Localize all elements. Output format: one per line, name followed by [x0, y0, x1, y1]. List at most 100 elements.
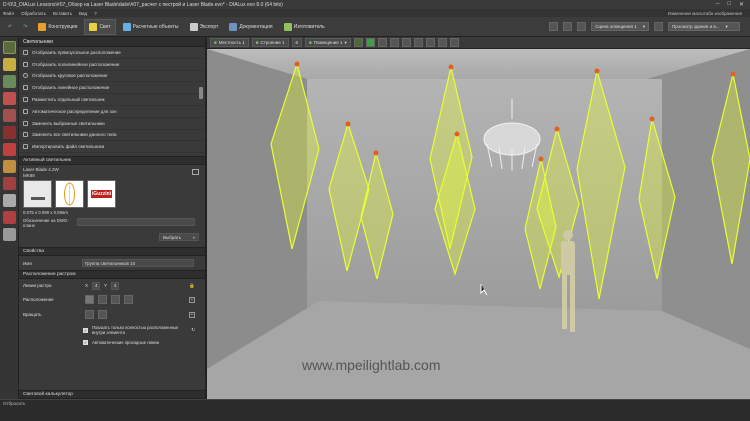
- active-luminaire-header: Активный светильник: [19, 156, 205, 166]
- tab-manufacturer[interactable]: Изготовитель: [280, 19, 329, 35]
- tab-level[interactable]: 6: [291, 38, 303, 47]
- bulb-tool-icon[interactable]: [3, 58, 16, 71]
- status-text: Отбросить: [3, 401, 26, 406]
- name-input[interactable]: Группа светильников 10: [82, 259, 194, 268]
- 3d-viewport[interactable]: www.mpeilightlab.com: [207, 49, 750, 399]
- y-count-input[interactable]: 4: [111, 281, 120, 290]
- panel-title: Светильники: [19, 37, 205, 47]
- undo-button[interactable]: ↶: [4, 19, 16, 35]
- replace-all-icon: [23, 132, 28, 138]
- tab-building[interactable]: ■ Строение 1: [251, 38, 289, 47]
- measure-icon[interactable]: [449, 38, 459, 47]
- action-linear-layout[interactable]: Отобразить линейное расположение: [19, 82, 205, 95]
- menu-insert[interactable]: Вставить: [53, 11, 72, 16]
- stack-tool-icon[interactable]: [3, 228, 16, 241]
- left-tool-strip: [0, 37, 19, 399]
- add-icon[interactable]: +: [189, 296, 195, 303]
- luminaires-panel: Светильники Отобразить прямоугольное рас…: [19, 37, 207, 399]
- 3d-view-icon[interactable]: [365, 38, 375, 47]
- offset-arrangement-icon[interactable]: [98, 295, 107, 305]
- frame-tool-icon[interactable]: [3, 211, 16, 224]
- refresh-icon[interactable]: ↻: [191, 327, 195, 333]
- brand-logo: iGuzzini: [87, 180, 116, 209]
- fit-view-icon[interactable]: [389, 38, 399, 47]
- close-button[interactable]: ✕: [739, 1, 744, 8]
- view-mode-icon[interactable]: [353, 38, 363, 47]
- circular-layout-icon: [23, 73, 28, 79]
- documentation-icon: [229, 22, 238, 31]
- dwg-field[interactable]: [77, 218, 195, 227]
- rotate-right-icon[interactable]: [98, 310, 107, 320]
- tab-room[interactable]: ■ Помещение 1 ▾: [305, 38, 351, 47]
- rect-layout-icon: [23, 49, 28, 55]
- luminaires-tool-icon[interactable]: [3, 41, 16, 54]
- catalog-icon[interactable]: [192, 169, 199, 176]
- grid-arrangement-icon[interactable]: [85, 295, 94, 305]
- luminaire-dims: 0.075 x 0.099 x 0.096m: [23, 210, 68, 216]
- redo-button[interactable]: ↷: [19, 19, 31, 35]
- checkbox-checked-icon[interactable]: ✓: [83, 340, 88, 346]
- view-select[interactable]: Просмотр здания и в... ▾: [668, 22, 740, 31]
- layer-tool-icon[interactable]: [3, 160, 16, 173]
- action-replace-selected[interactable]: Заменить выбранные светильники: [19, 118, 205, 130]
- menu-view[interactable]: Вид: [79, 11, 87, 16]
- checkbox-checked-icon[interactable]: ✓: [83, 327, 88, 333]
- menu-file[interactable]: Файл: [3, 11, 14, 16]
- maximize-button[interactable]: □: [727, 1, 731, 8]
- menu-edit[interactable]: Обработать: [21, 11, 46, 16]
- chevron-down-icon: ▾: [344, 39, 347, 45]
- bulb-icon[interactable]: [563, 22, 573, 31]
- move-icon[interactable]: [413, 38, 423, 47]
- x-count-input[interactable]: 4: [92, 281, 101, 290]
- add-icon[interactable]: +: [189, 311, 195, 318]
- main-toolbar: ↶ ↷ Конструкция Свет Расчетные объекты Э…: [0, 17, 750, 37]
- viewport-toolbar: ■ Местность 1 ■ Строение 1 6 ■ Помещение 1 ▾: [207, 37, 750, 49]
- lock-icon[interactable]: 🔒: [189, 283, 195, 289]
- sensor-tool-icon[interactable]: [3, 75, 16, 88]
- tab-construction[interactable]: Конструкция: [34, 19, 81, 35]
- action-single-luminaire[interactable]: Разместить отдельный светильник: [19, 94, 205, 106]
- plan-view-icon[interactable]: [377, 38, 387, 47]
- action-rect-layout[interactable]: Отобразить прямоугольное расположение: [19, 47, 205, 59]
- rotate-label: Вращать: [23, 312, 42, 318]
- color-tool-icon[interactable]: [3, 92, 16, 105]
- building-icon: ■: [255, 40, 259, 45]
- action-polyline-layout[interactable]: Отобразить полилинейное расположение: [19, 59, 205, 71]
- panel-scrollbar[interactable]: [199, 87, 203, 99]
- action-replace-all-type[interactable]: Заменить все светильники данного типа: [19, 130, 205, 142]
- action-auto-distribution[interactable]: Автоматическое распределение для зон: [19, 106, 205, 118]
- select-button[interactable]: Выбрать»: [159, 233, 199, 242]
- walkway-check-row: ✓ Автоматические проходные линии: [83, 340, 159, 346]
- calculator-header: Световой калькулятор: [19, 390, 205, 399]
- alt-arrangement-icon[interactable]: [111, 295, 120, 305]
- name-label: Имя: [23, 260, 32, 266]
- wrench-tool-icon[interactable]: [3, 143, 16, 156]
- tab-site[interactable]: ■ Местность 1: [210, 38, 249, 47]
- tab-export[interactable]: Экспорт: [186, 19, 223, 35]
- color-icon[interactable]: [577, 22, 587, 31]
- list-tool-icon[interactable]: [3, 177, 16, 190]
- minimize-button[interactable]: –: [716, 1, 719, 8]
- properties-header: Свойства: [19, 247, 205, 257]
- action-circular-layout[interactable]: Отобразить круговое расположение: [19, 71, 205, 83]
- diag-arrangement-icon[interactable]: [124, 295, 133, 305]
- inside-check-row: ✓ Показать только полностью расположенны…: [83, 325, 195, 336]
- action-import-file[interactable]: Импортировать файл светильника: [19, 141, 205, 154]
- calc-objects-icon: [122, 22, 131, 31]
- tab-documentation[interactable]: Документация: [225, 19, 276, 35]
- zoom-hint: Изменение масштаба изображения: [667, 10, 742, 16]
- rotate-view-icon[interactable]: [425, 38, 435, 47]
- scene-settings-icon[interactable]: [654, 22, 663, 31]
- wall-tool-icon[interactable]: [3, 126, 16, 139]
- zoom-box-icon[interactable]: [437, 38, 447, 47]
- luminaire-name: Laser Blade 4.2W: [23, 167, 59, 173]
- camera-icon[interactable]: [401, 38, 411, 47]
- scene-select[interactable]: Сцена освещения 1 ▾: [591, 22, 649, 31]
- menu-help[interactable]: ?: [94, 11, 97, 16]
- group-tool-icon[interactable]: [3, 109, 16, 122]
- image-tool-icon[interactable]: [3, 194, 16, 207]
- tab-calc-objects[interactable]: Расчетные объекты: [119, 19, 183, 35]
- light-scene-icon[interactable]: [549, 22, 559, 31]
- rotate-left-icon[interactable]: [85, 310, 94, 320]
- tab-light[interactable]: Свет: [84, 18, 116, 35]
